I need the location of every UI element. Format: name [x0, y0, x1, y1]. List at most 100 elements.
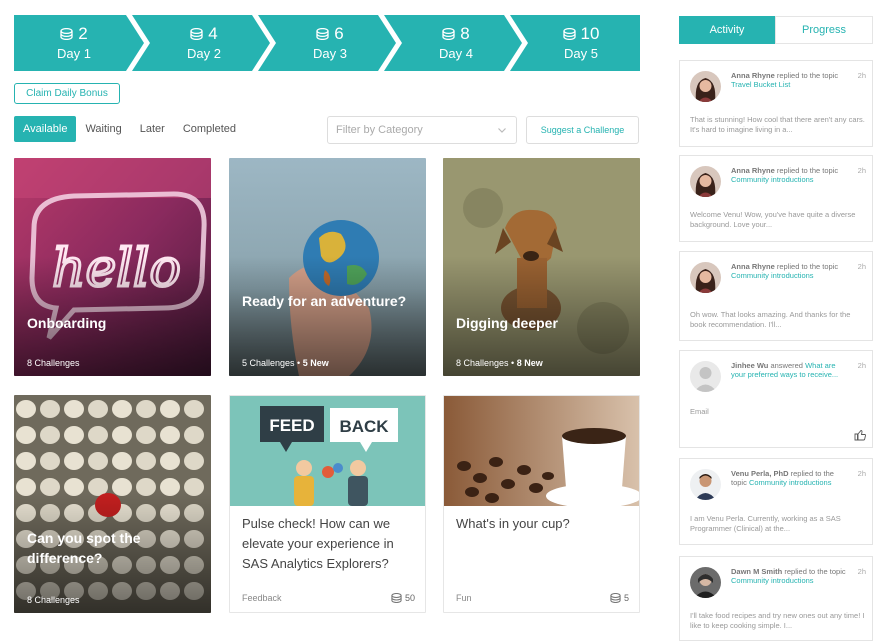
day-2-points: 4	[208, 24, 218, 43]
day-4-step: 8 Day 4	[396, 15, 516, 71]
coins-icon	[610, 593, 621, 603]
card-meta: 5 Challenges • 5 New	[242, 358, 329, 368]
coins-icon	[190, 28, 203, 40]
activity-time: 2h	[857, 166, 866, 175]
activity-time: 2h	[857, 361, 866, 370]
card-title: Digging deeper	[456, 315, 558, 331]
suggest-challenge-button[interactable]: Suggest a Challenge	[526, 116, 639, 144]
activity-item[interactable]: Jinhee Wu answered What are your preferr…	[679, 350, 873, 448]
tab-progress[interactable]: Progress	[775, 16, 873, 44]
activity-header: Anna Rhyne replied to the topic Communit…	[731, 166, 851, 184]
challenge-card-pulse-check[interactable]: FEED BACK Pulse check! How can we elevat…	[229, 395, 426, 613]
challenge-count: 8 Challenges	[456, 358, 509, 368]
activity-panel-tabs: Activity Progress	[679, 16, 873, 44]
activity-topic-link[interactable]: Community introductions	[731, 175, 814, 184]
activity-item[interactable]: Venu Perla, PhD replied to the topic Com…	[679, 458, 873, 545]
daily-bonus-progress: 2 Day 1 4 Day 2 6 Day 3 8 Day 4 10 Day 5	[14, 15, 640, 71]
activity-user[interactable]: Anna Rhyne	[731, 262, 775, 271]
avatar	[690, 71, 721, 102]
card-meta: 8 Challenges	[27, 358, 80, 368]
activity-action: replied to the topic	[774, 71, 839, 80]
challenge-card-spot-difference[interactable]: Can you spot the difference? 8 Challenge…	[14, 395, 211, 613]
activity-user[interactable]: Venu Perla, PhD	[731, 469, 789, 478]
activity-user[interactable]: Anna Rhyne	[731, 71, 775, 80]
avatar	[690, 166, 721, 197]
day-4-label: Day 4	[439, 46, 473, 61]
activity-user[interactable]: Anna Rhyne	[731, 166, 775, 175]
claim-daily-bonus-button[interactable]: Claim Daily Bonus	[14, 83, 120, 104]
day-3-step: 6 Day 3	[270, 15, 390, 71]
new-count: 5 New	[302, 358, 329, 368]
activity-topic-link[interactable]: Travel Bucket List	[731, 80, 790, 89]
activity-item[interactable]: Anna Rhyne replied to the topic Communit…	[679, 155, 873, 242]
card-meta: 8 Challenges • 8 New	[456, 358, 543, 368]
activity-topic-link[interactable]: Community introductions	[749, 478, 832, 487]
coins-icon	[442, 28, 455, 40]
new-count: 8 New	[516, 358, 543, 368]
card-title: Ready for an adventure?	[242, 293, 407, 309]
activity-item[interactable]: Anna Rhyne replied to the topic Travel B…	[679, 60, 873, 147]
avatar	[690, 262, 721, 293]
challenge-card-cup[interactable]: What's in your cup? Fun 5	[443, 395, 640, 613]
activity-item[interactable]: Dawn M Smith replied to the topic Commun…	[679, 556, 873, 641]
day-1-step: 2 Day 1	[14, 15, 134, 71]
tab-activity[interactable]: Activity	[679, 16, 775, 44]
activity-topic-link[interactable]: Community introductions	[731, 576, 814, 585]
day-2-label: Day 2	[187, 46, 221, 61]
challenge-status-tabs: Available Waiting Later Completed	[14, 116, 245, 142]
coins-icon	[391, 593, 402, 603]
day-2-step: 4 Day 2	[144, 15, 264, 71]
activity-snippet: That is stunning! How cool that there ar…	[690, 115, 865, 134]
day-5-step: 10 Day 5	[522, 15, 640, 71]
tab-completed[interactable]: Completed	[174, 116, 245, 142]
card-title: Pulse check! How can we elevate your exp…	[242, 516, 394, 571]
day-3-points: 6	[334, 24, 344, 43]
feedback-word-1: FEED	[269, 416, 314, 435]
coins-icon	[60, 28, 73, 40]
activity-time: 2h	[857, 71, 866, 80]
day-5-label: Day 5	[564, 46, 598, 61]
feedback-illustration: FEED BACK	[230, 396, 425, 506]
card-title: What's in your cup?	[456, 516, 570, 531]
activity-topic-link[interactable]: Community introductions	[731, 271, 814, 280]
challenge-card-adventure[interactable]: Ready for an adventure? 5 Challenges • 5…	[229, 158, 426, 376]
card-category: Fun	[456, 593, 472, 603]
challenge-card-digging[interactable]: Digging deeper 8 Challenges • 8 New	[443, 158, 640, 376]
activity-action: replied to the topic	[782, 567, 846, 576]
activity-header: Venu Perla, PhD replied to the topic Com…	[731, 469, 851, 487]
category-filter-select[interactable]: Filter by Category	[327, 116, 517, 144]
card-title: Can you spot the difference?	[27, 530, 141, 566]
activity-header: Anna Rhyne replied to the topic Communit…	[731, 262, 851, 280]
tab-later[interactable]: Later	[131, 116, 174, 142]
tab-waiting[interactable]: Waiting	[76, 116, 130, 142]
day-5-points: 10	[580, 24, 600, 43]
activity-header: Jinhee Wu answered What are your preferr…	[731, 361, 851, 379]
activity-snippet: Email	[690, 407, 709, 416]
activity-user[interactable]: Jinhee Wu	[731, 361, 768, 370]
activity-snippet: Oh wow. That looks amazing. And thanks f…	[690, 310, 851, 329]
challenge-count: 8 Challenges	[27, 595, 80, 605]
card-points: 5	[623, 593, 629, 603]
activity-header: Dawn M Smith replied to the topic Commun…	[731, 567, 851, 585]
activity-time: 2h	[857, 262, 866, 271]
activity-item[interactable]: Anna Rhyne replied to the topic Communit…	[679, 251, 873, 341]
coins-icon	[316, 28, 329, 40]
challenge-card-onboarding[interactable]: hello Onboarding 8 Challenges	[14, 158, 211, 376]
challenge-count: 5 Challenges	[242, 358, 295, 368]
activity-snippet: I'll take food recipes and try new ones …	[690, 611, 865, 630]
card-meta: 8 Challenges	[27, 595, 80, 605]
tab-available[interactable]: Available	[14, 116, 77, 142]
challenge-count: 8 Challenges	[27, 358, 80, 368]
thumbs-up-icon[interactable]	[854, 429, 866, 441]
card-points: 50	[404, 593, 415, 603]
activity-action: replied to the topic	[774, 262, 839, 271]
activity-time: 2h	[857, 469, 866, 478]
activity-snippet: Welcome Venu! Wow, you've have quite a d…	[690, 210, 856, 229]
category-filter-placeholder: Filter by Category	[336, 124, 423, 136]
feedback-word-2: BACK	[339, 417, 389, 436]
activity-action: answered	[768, 361, 806, 370]
activity-header: Anna Rhyne replied to the topic Travel B…	[731, 71, 851, 89]
activity-snippet: I am Venu Perla. Currently, working as a…	[690, 514, 841, 533]
day-1-label: Day 1	[57, 46, 91, 61]
activity-user[interactable]: Dawn M Smith	[731, 567, 782, 576]
